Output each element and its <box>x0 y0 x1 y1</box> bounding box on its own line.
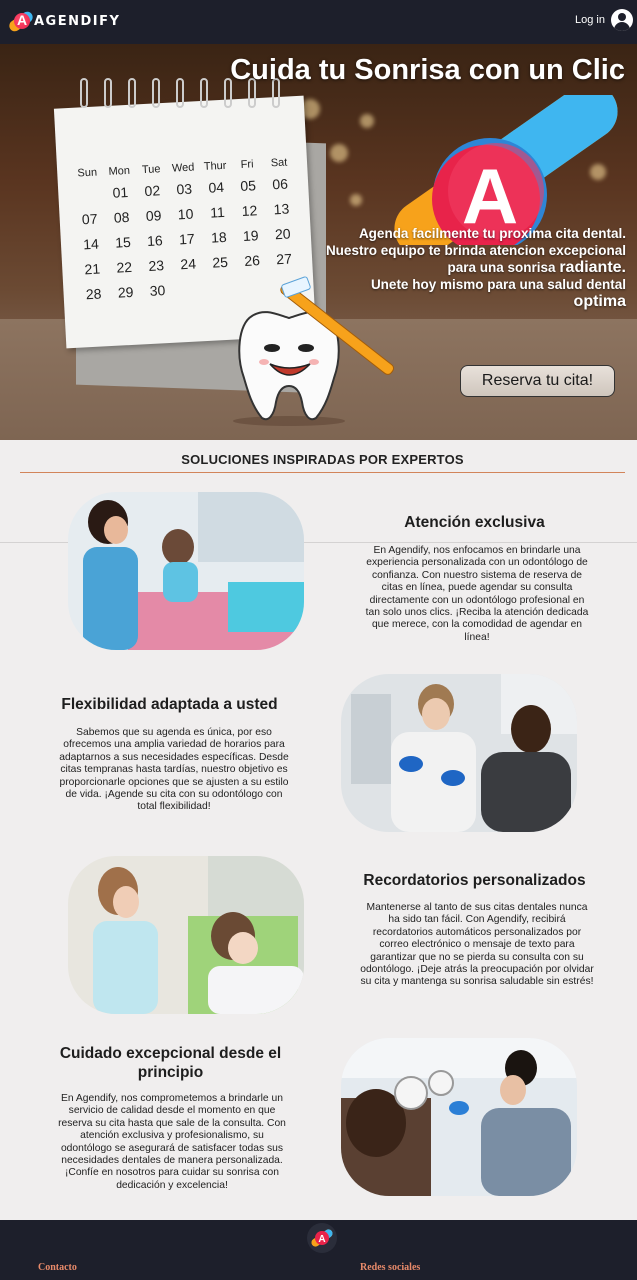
feature-text: En Agendify, nos enfocamos en brindarle … <box>365 545 589 643</box>
brand-logo-large-icon: A <box>394 95 618 245</box>
calendar-date: 28 <box>85 285 102 303</box>
footer-social-link[interactable]: Redes sociales <box>360 1262 420 1273</box>
calendar-day-label: Thur <box>203 159 227 173</box>
feature-text: Sabemos que su agenda es única, por eso … <box>59 727 289 813</box>
logo-icon: A <box>7 9 35 34</box>
top-navbar: A AGENDIFY Log in <box>0 0 637 44</box>
calendar-day-label: Fri <box>240 158 254 172</box>
calendar-day-label: Sat <box>270 156 288 170</box>
calendar-date: 12 <box>241 202 258 220</box>
calendar-date: 19 <box>242 227 259 244</box>
dentist-patient-photo <box>68 492 304 650</box>
feature-title: Atención exclusiva <box>404 514 545 531</box>
calendar-date: 07 <box>81 210 98 228</box>
calendar-date: 01 <box>112 183 129 201</box>
hero-banner: Sun Mon Tue Wed Thur Fri Sat 01 02 03 04 05 06 07 08 09… <box>0 44 637 440</box>
calendar-date: 26 <box>243 252 261 269</box>
dentist-child-patient-photo <box>68 856 304 1014</box>
calendar-date: 10 <box>177 205 194 223</box>
feature-title: Cuidado excepcional desde el principio <box>59 1045 282 1081</box>
footer-logo-icon[interactable]: A <box>307 1223 337 1253</box>
footer-contact-link[interactable]: Contacto <box>38 1262 77 1273</box>
brand-logo[interactable]: A AGENDIFY <box>7 7 121 35</box>
calendar-day-label: Wed <box>171 161 195 175</box>
feature-text: En Agendify, nos comprometemos a brindar… <box>58 1093 286 1191</box>
calendar-date: 09 <box>145 207 162 225</box>
login-link[interactable]: Log in <box>575 9 633 31</box>
calendar-date: 03 <box>176 180 193 198</box>
reserve-appointment-button[interactable]: Reserva tu cita! <box>460 365 615 397</box>
calendar-day-label: Sun <box>77 166 98 180</box>
calendar-date: 11 <box>209 203 226 221</box>
calendar-day-label: Mon <box>108 164 131 178</box>
calendar-date: 05 <box>239 177 257 195</box>
calendar-date <box>237 277 270 297</box>
calendar-date: 20 <box>274 225 291 243</box>
calendar-date: 18 <box>210 228 228 246</box>
calendar-date: 14 <box>82 235 100 253</box>
brand-name: AGENDIFY <box>34 13 121 29</box>
dentist-smiling-photo <box>341 674 577 832</box>
calendar-date: 23 <box>148 257 165 274</box>
calendar-date: 17 <box>178 230 196 248</box>
page-footer: A Contacto Redes sociales <box>0 1220 637 1280</box>
calendar-date: 15 <box>114 233 132 251</box>
calendar-date: 02 <box>144 182 161 200</box>
dentist-examining-photo <box>341 1038 577 1196</box>
user-avatar-icon[interactable] <box>611 9 633 31</box>
calendar-date: 25 <box>211 253 229 271</box>
calendar-date: 27 <box>275 250 293 268</box>
calendar-date: 24 <box>179 255 197 273</box>
svg-text:A: A <box>318 1234 325 1245</box>
calendar-date: 22 <box>116 258 133 276</box>
calendar-date: 16 <box>146 232 164 249</box>
calendar-date: 06 <box>271 175 289 193</box>
calendar-date: 30 <box>149 282 166 299</box>
calendar-grid: Sun Mon Tue Wed Thur Fri Sat 01 02 03 04 05 06 07 08 09… <box>71 156 302 305</box>
section-divider <box>20 472 625 473</box>
calendar-date: 21 <box>84 260 101 278</box>
hero-description: Agenda facilmente tu proxima cita dental… <box>325 226 626 310</box>
calendar-date: 04 <box>208 178 225 196</box>
calendar-day-label: Tue <box>141 163 161 177</box>
calendar-date: 08 <box>113 208 130 226</box>
section-title: SOLUCIONES INSPIRADAS POR EXPERTOS <box>181 452 464 467</box>
hero-title: Cuida tu Sonrisa con un Clic <box>230 54 625 86</box>
login-label[interactable]: Log in <box>575 14 605 26</box>
feature-title: Recordatorios personalizados <box>363 872 586 889</box>
feature-title: Flexibilidad adaptada a usted <box>61 696 278 713</box>
calendar-date: 29 <box>117 283 134 301</box>
calendar-date: 13 <box>273 200 290 218</box>
calendar-date <box>173 280 206 300</box>
calendar-date <box>72 185 105 205</box>
feature-text: Mantenerse al tanto de sus citas dentale… <box>360 902 594 988</box>
